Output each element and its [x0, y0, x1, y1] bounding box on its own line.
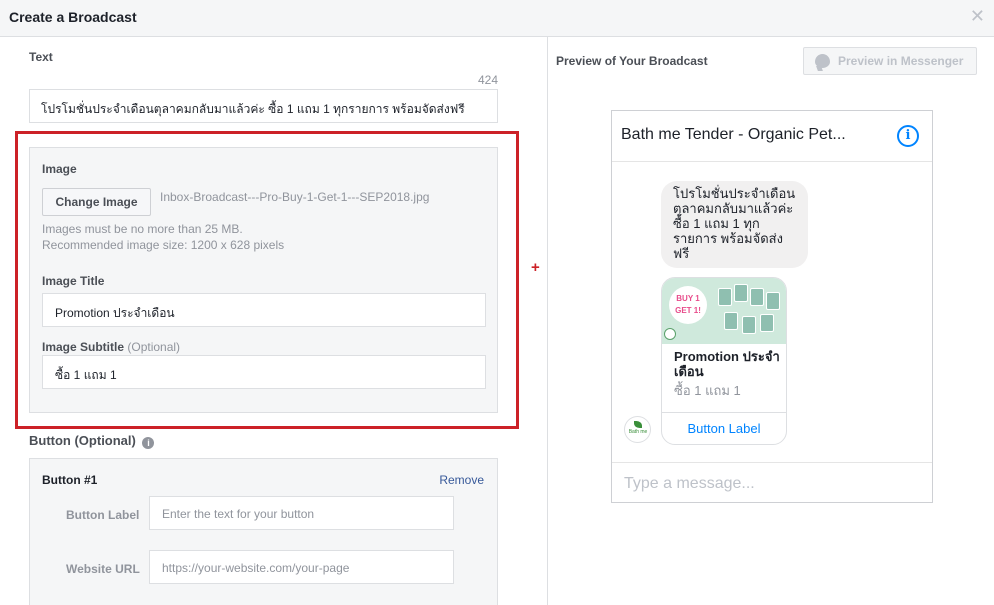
image-label: Image — [42, 162, 77, 176]
preview-in-messenger-label: Preview in Messenger — [838, 54, 964, 68]
image-subtitle-label: Image Subtitle (Optional) — [42, 340, 180, 354]
button-card: Button #1 Remove Button Label Enter the … — [29, 458, 498, 605]
compose-placeholder: Type a message... — [624, 475, 755, 492]
remove-button-link[interactable]: Remove — [439, 473, 484, 487]
message-composer[interactable]: Type a message... — [612, 462, 932, 502]
image-section: Image Change Image Inbox-Broadcast---Pro… — [29, 147, 498, 413]
product-image — [760, 314, 774, 332]
image-subtitle-label-text: Image Subtitle — [42, 340, 125, 354]
generic-template-card: BUY 1 GET 1! Promotion ประจำเดือน ซื้อ 1… — [661, 277, 787, 445]
button-label-input[interactable]: Enter the text for your button — [149, 496, 454, 530]
website-url-input[interactable]: https://your-website.com/your-page — [149, 550, 454, 584]
dialog-header: Create a Broadcast ✕ — [0, 0, 994, 37]
card-image: BUY 1 GET 1! — [662, 278, 786, 344]
button-card-title: Button #1 — [42, 473, 98, 487]
buy-one-get-one-badge: BUY 1 GET 1! — [669, 286, 707, 324]
preview-panel: Preview of Your Broadcast Preview in Mes… — [548, 37, 994, 605]
char-counter: 424 — [477, 73, 498, 87]
image-size-note: Images must be no more than 25 MB. — [42, 222, 243, 236]
product-image — [724, 312, 738, 330]
page-avatar: Bath me — [624, 416, 651, 443]
image-recommended-note: Recommended image size: 1200 x 628 pixel… — [42, 238, 285, 252]
leaf-icon — [634, 421, 642, 428]
dialog-title: Create a Broadcast — [9, 9, 137, 25]
text-label: Text — [29, 50, 53, 64]
product-image — [718, 288, 732, 306]
image-title-input[interactable]: Promotion ประจำเดือน — [42, 293, 486, 327]
preview-title: Preview of Your Broadcast — [556, 54, 708, 68]
product-image — [750, 288, 764, 306]
info-icon[interactable]: i — [897, 125, 919, 147]
brand-logo-icon — [664, 328, 676, 340]
avatar-text: Bath me — [628, 429, 648, 435]
messenger-preview: Bath me Tender - Organic Pet... i โปรโมช… — [611, 110, 933, 503]
text-input[interactable]: โปรโมชั่นประจำเดือนตุลาคมกลับมาแล้วค่ะ ซ… — [29, 89, 498, 123]
preview-in-messenger-button[interactable]: Preview in Messenger — [803, 47, 977, 75]
message-bubble: โปรโมชั่นประจำเดือนตุลาคมกลับมาแล้วค่ะ ซ… — [661, 181, 808, 268]
chat-header: Bath me Tender - Organic Pet... i — [612, 111, 932, 162]
broadcast-form: Text 424 โปรโมชั่นประจำเดือนตุลาคมกลับมา… — [0, 37, 547, 605]
image-filename: Inbox-Broadcast---Pro-Buy-1-Get-1---SEP2… — [160, 190, 430, 204]
badge-line-1: BUY 1 — [676, 294, 700, 303]
card-subtitle: ซื้อ 1 แถม 1 — [674, 383, 741, 398]
button-section-label-text: Button (Optional) — [29, 433, 136, 448]
image-subtitle-input[interactable]: ซื้อ 1 แถม 1 — [42, 355, 486, 389]
info-icon[interactable]: i — [142, 437, 155, 449]
messenger-icon — [815, 54, 830, 68]
website-url-field-label: Website URL — [66, 562, 140, 576]
card-title: Promotion ประจำเดือน — [674, 349, 780, 379]
product-image — [766, 292, 780, 310]
image-title-label: Image Title — [42, 274, 105, 288]
close-icon[interactable]: ✕ — [970, 7, 985, 25]
plus-marker: + — [531, 259, 540, 276]
change-image-button[interactable]: Change Image — [42, 188, 151, 216]
product-image — [734, 284, 748, 302]
product-image — [742, 316, 756, 334]
button-label-field-label: Button Label — [66, 508, 140, 522]
page-name: Bath me Tender - Organic Pet... — [621, 126, 846, 143]
image-subtitle-optional: (Optional) — [127, 340, 181, 354]
card-button[interactable]: Button Label — [662, 412, 786, 444]
badge-line-2: GET 1! — [675, 306, 701, 315]
button-section-label: Button (Optional) i — [29, 433, 155, 449]
